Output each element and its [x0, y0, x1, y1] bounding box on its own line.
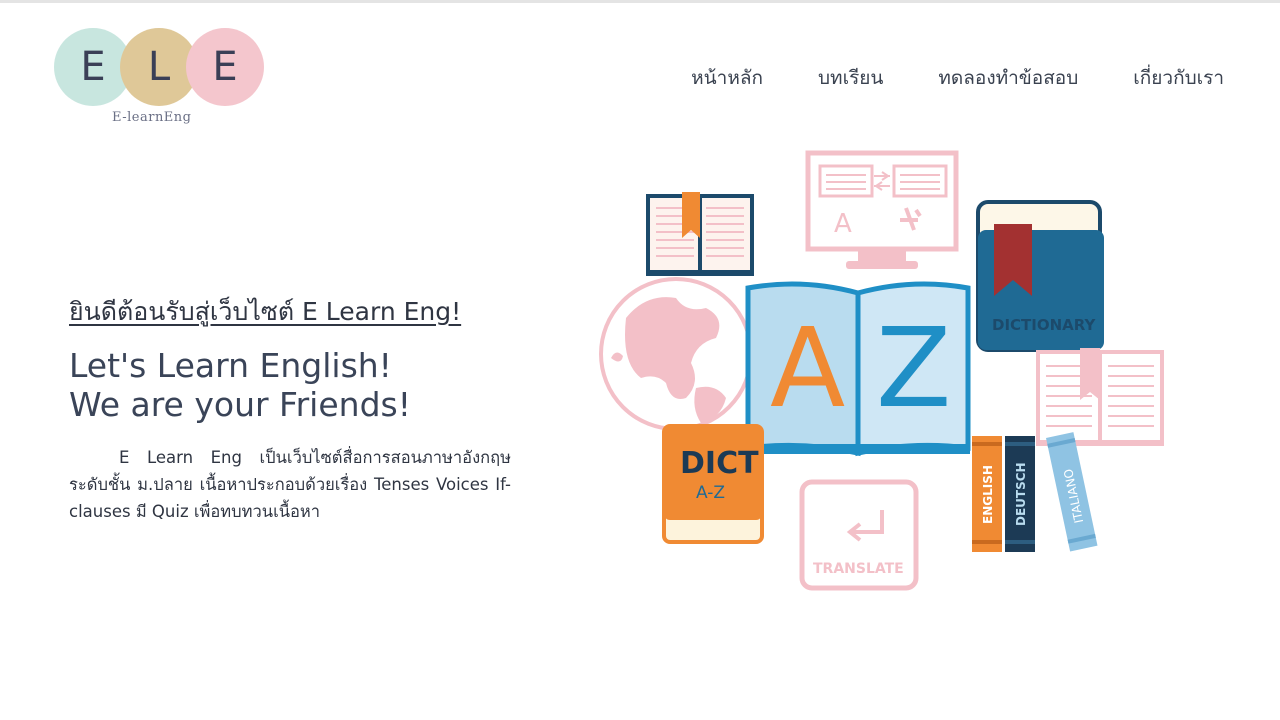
open-book-small-icon	[646, 192, 754, 276]
logo-tagline: E-learnEng	[112, 110, 192, 125]
logo-circle-e2: E	[186, 28, 264, 106]
nav-about[interactable]: เกี่ยวกับเรา	[1133, 62, 1224, 94]
monitor-icon: A	[805, 150, 959, 269]
az-book-icon: A Z	[745, 281, 971, 457]
translate-key-icon: TRANSLATE	[799, 479, 919, 591]
book-letter-a: A	[770, 304, 845, 432]
dictionary-label: DICTIONARY	[992, 316, 1096, 334]
learning-illustration: A A Z DICTIONARY DICT A-Z TRANSLATE ENGL…	[599, 150, 1164, 591]
dict-subtitle: A-Z	[696, 483, 725, 503]
welcome-heading: ยินดีต้อนรับสู่เว็บไซต์ E Learn Eng!	[69, 297, 462, 326]
dict-title: DICT	[680, 446, 759, 481]
book-letter-z: Z	[876, 304, 951, 432]
globe-icon	[599, 277, 753, 431]
headline-line-1: Let's Learn English!	[69, 346, 392, 385]
spine-english: ENGLISH	[981, 465, 995, 524]
dict-az-book-icon: DICT A-Z	[662, 424, 764, 544]
nav-home[interactable]: หน้าหลัก	[691, 62, 763, 94]
hero-description: E Learn Eng เป็นเว็บไซต์สื่อการสอนภาษาอั…	[69, 448, 511, 521]
site-logo[interactable]: E L E E-learnEng	[54, 26, 266, 132]
main-nav: หน้าหลัก บทเรียน ทดลองทำข้อสอบ เกี่ยวกับ…	[691, 62, 1224, 94]
translate-label: TRANSLATE	[813, 561, 904, 577]
nav-lessons[interactable]: บทเรียน	[818, 62, 883, 94]
dictionary-book-icon: DICTIONARY	[976, 200, 1104, 352]
monitor-letter: A	[834, 209, 852, 239]
spine-deutsch: DEUTSCH	[1014, 462, 1028, 526]
headline-line-2: We are your Friends!	[69, 385, 411, 424]
language-books-icon: ENGLISH DEUTSCH ITALIANO	[972, 432, 1098, 552]
hero-section: ยินดีต้อนรับสู่เว็บไซต์ E Learn Eng! Let…	[69, 292, 519, 525]
top-border	[0, 0, 1280, 3]
nav-quiz[interactable]: ทดลองทำข้อสอบ	[938, 62, 1078, 94]
open-book-pink-icon	[1036, 348, 1164, 446]
